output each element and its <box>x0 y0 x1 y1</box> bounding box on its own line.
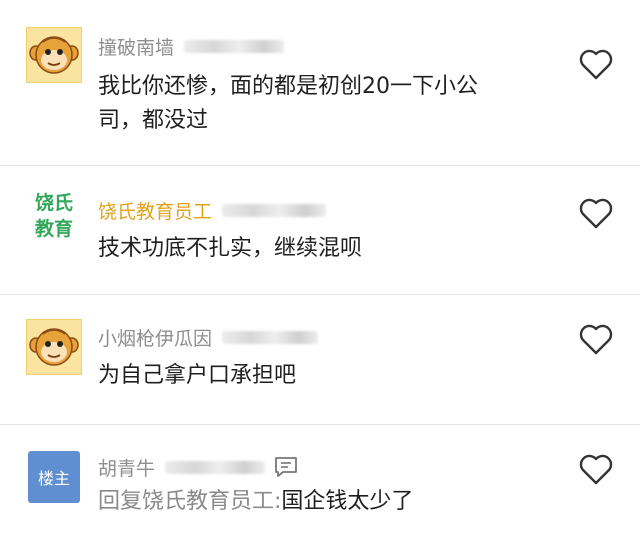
blurred-timestamp <box>222 203 327 217</box>
heart-icon[interactable] <box>576 449 616 489</box>
comment-meta: 小烟枪伊瓜因 <box>98 323 319 351</box>
author-name[interactable]: 撞破南墙 <box>98 33 174 60</box>
heart-icon[interactable] <box>576 44 616 84</box>
blurred-timestamp <box>222 330 319 344</box>
comment-meta: 饶氏教育员工 <box>98 196 327 224</box>
comment-text: 为自己拿户口承担吧 <box>98 359 568 393</box>
avatar[interactable]: 楼主 <box>28 451 80 503</box>
comment-item: 小烟枪伊瓜因 为自己拿户口承担吧 <box>0 295 640 425</box>
avatar[interactable] <box>26 27 82 83</box>
avatar[interactable]: 饶氏 教育 <box>26 188 82 244</box>
author-name[interactable]: 饶氏教育员工 <box>98 197 212 224</box>
avatar[interactable] <box>26 319 82 375</box>
avatar-text: 楼主 <box>37 469 70 488</box>
comment-feed: 撞破南墙 我比你还惨，面的都是初创20一下小公 司，都没过 饶氏 教育 饶氏教育… <box>0 0 640 548</box>
comment-icon[interactable] <box>273 455 299 479</box>
author-name[interactable]: 小烟枪伊瓜因 <box>98 324 212 351</box>
heart-icon[interactable] <box>576 319 616 359</box>
comment-text: 我比你还惨，面的都是初创20一下小公 司，都没过 <box>98 70 568 138</box>
comment-text-line: 为自己拿户口承担吧 <box>98 363 297 388</box>
avatar-text: 饶氏 <box>34 192 73 214</box>
comment-meta: 撞破南墙 <box>98 32 285 60</box>
comment-text-line: 司，都没过 <box>98 108 209 133</box>
monkey-icon <box>29 36 79 74</box>
comment-text: 回复饶氏教育员工:国企钱太少了 <box>98 485 568 519</box>
blurred-timestamp <box>165 460 266 474</box>
comment-text: 技术功底不扎实，继续混呗 <box>98 232 568 266</box>
heart-icon[interactable] <box>576 193 616 233</box>
comment-item: 撞破南墙 我比你还惨，面的都是初创20一下小公 司，都没过 <box>0 0 640 166</box>
comment-text-body: 国企钱太少了 <box>281 489 414 514</box>
comment-text-line: 技术功底不扎实，继续混呗 <box>98 236 363 261</box>
comment-meta: 胡青牛 <box>98 453 299 481</box>
author-name[interactable]: 胡青牛 <box>98 454 155 481</box>
reply-prefix[interactable]: 回复饶氏教育员工: <box>98 489 281 514</box>
comment-item: 饶氏 教育 饶氏教育员工 技术功底不扎实，继续混呗 <box>0 166 640 295</box>
blurred-timestamp <box>184 39 285 53</box>
comment-text-line: 我比你还惨，面的都是初创20一下小公 <box>98 74 478 99</box>
avatar-text: 教育 <box>34 218 73 240</box>
monkey-icon <box>29 328 79 366</box>
comment-item: 楼主 胡青牛 回复饶氏教育员工:国企钱太少了 <box>0 425 640 548</box>
